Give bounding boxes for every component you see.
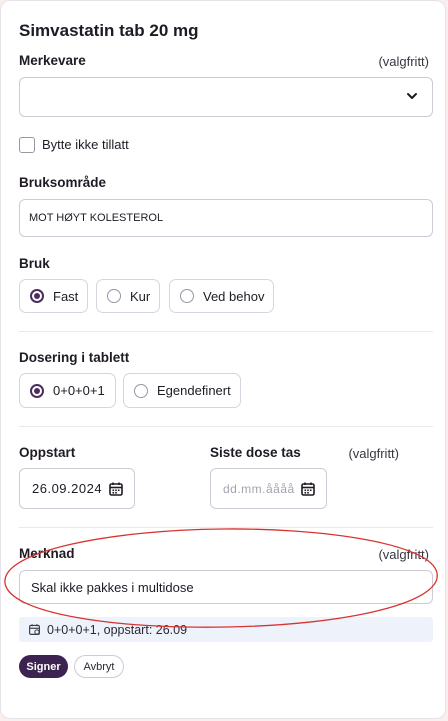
- radio-unselected: [134, 383, 148, 398]
- radio-selected: [30, 383, 44, 398]
- usage-option-ved-behov[interactable]: Ved behov: [169, 279, 274, 313]
- dosing-option-label: Egendefinert: [157, 383, 231, 398]
- calendar-icon[interactable]: [300, 481, 316, 497]
- form-title: Simvastatin tab 20 mg: [19, 21, 199, 40]
- brand-optional: (valgfritt): [378, 54, 429, 69]
- chevron-down-icon: [407, 93, 417, 99]
- sign-button[interactable]: Signer: [19, 655, 68, 678]
- last-dose-label: Siste dose tas: [210, 445, 301, 460]
- dosing-option-custom[interactable]: Egendefinert: [123, 373, 241, 408]
- usage-option-fast[interactable]: Fast: [19, 279, 88, 313]
- note-label: Merknad: [19, 546, 75, 561]
- start-label: Oppstart: [19, 445, 76, 460]
- usage-option-label: Fast: [53, 288, 79, 304]
- substitution-label: Bytte ikke tillatt: [42, 137, 129, 152]
- start-date-value: 26.09.2024: [32, 481, 103, 496]
- divider: [19, 331, 433, 332]
- substitution-checkbox[interactable]: [19, 137, 35, 153]
- cancel-button[interactable]: Avbryt: [74, 655, 124, 678]
- last-dose-date-input[interactable]: dd.mm.åååå: [210, 468, 327, 509]
- note-optional: (valgfritt): [378, 547, 429, 562]
- brand-select[interactable]: [19, 77, 433, 117]
- usage-area-label: Bruksområde: [19, 175, 107, 190]
- usage-option-label: Ved behov: [203, 288, 265, 304]
- calendar-icon[interactable]: [108, 481, 124, 497]
- dosage-summary: 0+0+0+1, oppstart: 26.09: [19, 617, 433, 642]
- dosage-summary-text: 0+0+0+1, oppstart: 26.09: [47, 622, 188, 637]
- last-dose-optional: (valgfritt): [348, 446, 399, 461]
- usage-label: Bruk: [19, 256, 50, 271]
- note-input[interactable]: Skal ikke pakkes i multidose: [19, 570, 433, 604]
- divider: [19, 426, 433, 427]
- radio-selected: [30, 289, 44, 303]
- brand-label: Merkevare: [19, 53, 86, 68]
- note-value: Skal ikke pakkes i multidose: [31, 579, 194, 595]
- start-date-input[interactable]: 26.09.2024: [19, 468, 135, 509]
- last-dose-placeholder: dd.mm.åååå: [223, 481, 295, 496]
- usage-option-label: Kur: [130, 288, 151, 304]
- dosing-option-label: 0+0+0+1: [53, 383, 105, 398]
- usage-option-kur[interactable]: Kur: [96, 279, 160, 313]
- calendar-summary-icon: [29, 624, 40, 635]
- radio-unselected: [180, 289, 194, 303]
- dosing-option-fixed[interactable]: 0+0+0+1: [19, 373, 116, 408]
- dosing-label: Dosering i tablett: [19, 350, 130, 365]
- usage-area-input[interactable]: MOT HØYT KOLESTEROL: [19, 199, 433, 237]
- prescription-form-card: Simvastatin tab 20 mg Merkevare (valgfri…: [0, 0, 446, 719]
- divider: [19, 527, 433, 528]
- radio-unselected: [107, 289, 121, 303]
- usage-area-value: MOT HØYT KOLESTEROL: [29, 212, 164, 224]
